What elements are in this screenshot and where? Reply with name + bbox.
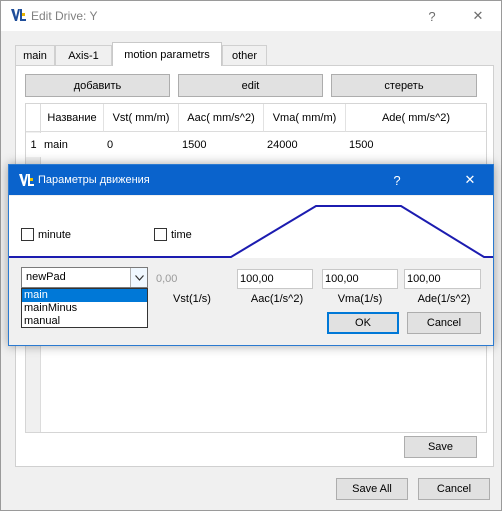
ok-button[interactable]: OK (327, 312, 399, 334)
dialog-content: minute time newPad main mainMinus manual… (9, 195, 493, 345)
aac-label: Aac(1/s^2) (250, 293, 304, 305)
table-cell[interactable]: 1500 (179, 133, 264, 157)
column-header[interactable]: Ade( mm/s^2) (346, 104, 486, 132)
time-checkbox[interactable]: time (154, 228, 192, 241)
minute-checkbox[interactable]: minute (21, 228, 71, 241)
vst-value: 0,00 (156, 273, 178, 285)
panel-save-button[interactable]: Save (404, 436, 477, 458)
time-label: time (171, 228, 192, 241)
motion-profile-line (9, 205, 493, 258)
tab-other[interactable]: other (222, 45, 267, 65)
checkbox-box[interactable] (154, 228, 167, 241)
dialog-cancel-button[interactable]: Cancel (407, 312, 481, 334)
footer-cancel-button[interactable]: Cancel (418, 478, 490, 500)
table-cell[interactable]: 1500 (346, 133, 486, 157)
delete-button[interactable]: стереть (331, 74, 477, 97)
row-number: 1 (26, 133, 41, 157)
edit-button[interactable]: edit (178, 74, 323, 97)
table-cell[interactable]: main (41, 133, 104, 157)
table-cell[interactable]: 24000 (264, 133, 346, 157)
table-corner (26, 104, 41, 132)
column-header[interactable]: Название (41, 104, 104, 132)
tab-main[interactable]: main (15, 45, 55, 65)
vst-label: Vst(1/s) (173, 293, 211, 305)
window-titlebar[interactable]: Edit Drive: Y ? ✕ (1, 1, 501, 31)
aac-input[interactable]: 100,00 (237, 269, 313, 289)
motion-parameters-dialog: Параметры движения ? ✕ minute time newPa… (8, 164, 494, 346)
motion-profile-graph: minute time (9, 196, 493, 258)
ade-label: Ade(1/s^2) (417, 293, 471, 305)
help-button[interactable]: ? (409, 1, 455, 31)
save-all-button[interactable]: Save All (336, 478, 408, 500)
add-button[interactable]: добавить (25, 74, 170, 97)
column-header[interactable]: Aac( mm/s^2) (179, 104, 264, 132)
profile-dropdown-list: main mainMinus manual (21, 288, 148, 328)
app-logo-icon (10, 8, 27, 23)
checkbox-box[interactable] (21, 228, 34, 241)
dropdown-option-main[interactable]: main (22, 289, 147, 302)
dialog-help-button[interactable]: ? (374, 165, 420, 195)
app-logo-icon (18, 173, 35, 188)
column-header[interactable]: Vma( mm/m) (264, 104, 346, 132)
dialog-title: Параметры движения (38, 174, 150, 186)
tab-motion-parametrs[interactable]: motion parametrs (112, 42, 222, 66)
minute-label: minute (38, 228, 72, 241)
table-cell[interactable]: 0 (104, 133, 179, 157)
dialog-close-button[interactable]: ✕ (447, 165, 493, 195)
dropdown-option-mainminus[interactable]: mainMinus (22, 302, 147, 315)
vma-label: Vma(1/s) (337, 293, 383, 305)
profile-select-value: newPad (26, 271, 66, 283)
profile-select[interactable]: newPad (21, 267, 148, 288)
ade-input[interactable]: 100,00 (404, 269, 481, 289)
window-title: Edit Drive: Y (31, 9, 98, 23)
vma-input[interactable]: 100,00 (322, 269, 398, 289)
close-button[interactable]: ✕ (455, 1, 501, 31)
tab-axis-1[interactable]: Axis-1 (55, 45, 112, 65)
dialog-titlebar[interactable]: Параметры движения ? ✕ (9, 165, 493, 195)
chevron-down-icon[interactable] (130, 268, 147, 287)
dropdown-option-manual[interactable]: manual (22, 315, 147, 328)
column-header[interactable]: Vst( mm/m) (104, 104, 179, 132)
